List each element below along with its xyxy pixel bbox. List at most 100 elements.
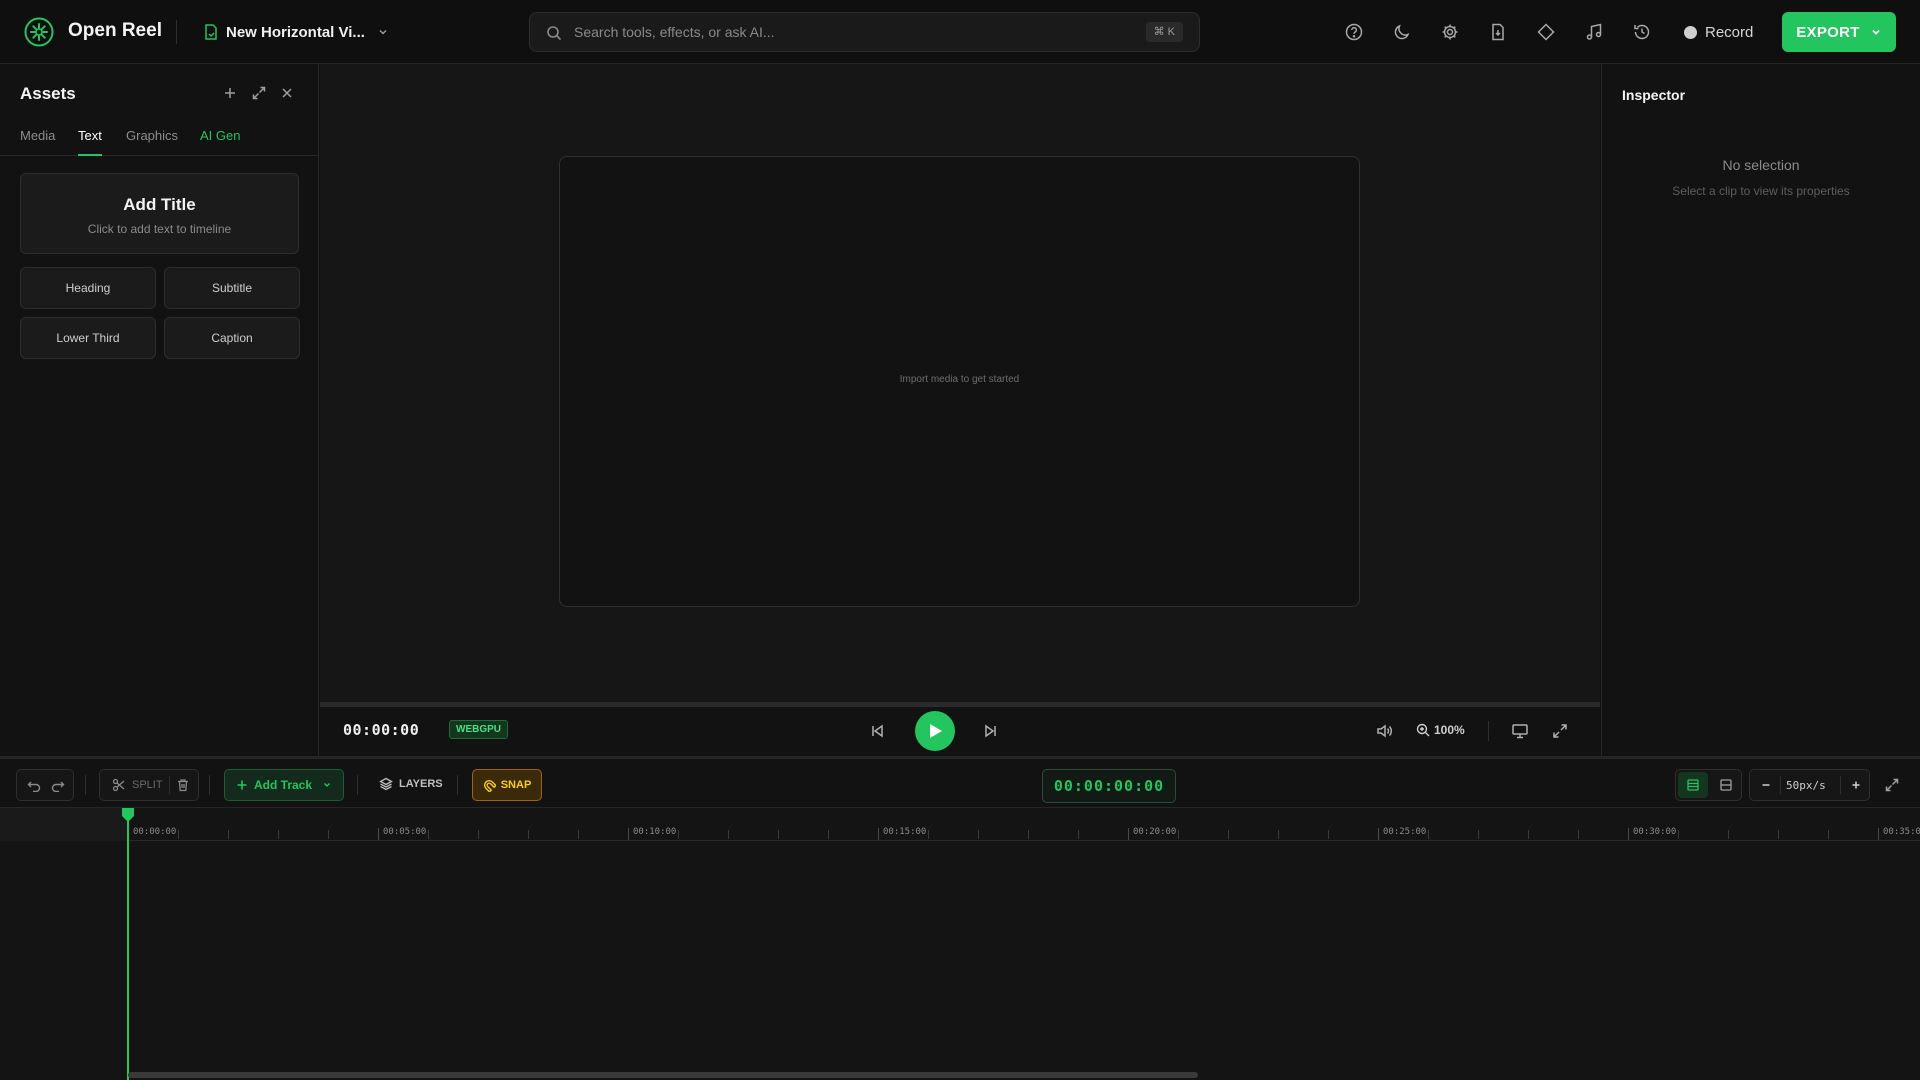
ruler-tick [1828, 830, 1829, 839]
divider [1840, 776, 1841, 794]
panel-title: Inspector [1622, 87, 1686, 103]
preview-canvas[interactable]: Import media to get started [559, 156, 1360, 607]
no-selection-title: No selection [1722, 157, 1800, 173]
tab-media[interactable]: Media [20, 128, 55, 143]
record-label: Record [1705, 23, 1754, 41]
zoom-out-icon[interactable] [1760, 779, 1772, 791]
playhead-line[interactable] [127, 808, 129, 1080]
zoom-in-icon[interactable] [1850, 779, 1862, 791]
export-button[interactable]: EXPORT [1782, 12, 1896, 52]
add-track-button[interactable]: Add Track [224, 769, 344, 801]
project-name: New Horizontal Vi... [226, 23, 365, 41]
rows-view-icon[interactable] [1686, 778, 1700, 792]
expand-icon[interactable] [251, 85, 267, 101]
add-title-subtext: Click to add text to timeline [87, 222, 232, 236]
layers-button[interactable]: LAYERS [379, 777, 443, 791]
ruler-tick [1878, 828, 1879, 840]
divider [1488, 721, 1489, 741]
ruler-tick [1028, 830, 1029, 839]
ruler-label: 00:20:00 [1133, 827, 1177, 837]
preset-heading-button[interactable]: Heading [20, 267, 156, 309]
preset-caption-button[interactable]: Caption [164, 317, 300, 359]
snap-toggle[interactable]: SNAP [472, 769, 542, 801]
ruler-tick [578, 830, 579, 839]
record-button[interactable]: Record [1684, 22, 1753, 42]
file-icon[interactable] [1488, 22, 1508, 42]
project-selector[interactable]: New Horizontal Vi... [204, 22, 389, 42]
fullscreen-icon[interactable] [1551, 722, 1569, 740]
trash-icon[interactable] [176, 778, 190, 792]
ruler-tick [678, 830, 679, 839]
tab-text[interactable]: Text [78, 128, 102, 143]
panel-title: Assets [20, 84, 76, 103]
split-label[interactable]: SPLIT [132, 779, 163, 791]
scissors-icon[interactable] [112, 778, 126, 792]
ruler-tick [228, 830, 229, 839]
skip-forward-icon[interactable] [982, 722, 1000, 740]
ruler-tick [1478, 830, 1479, 839]
expand-timeline-icon[interactable] [1884, 777, 1900, 793]
ruler-label: 00:05:00 [383, 827, 427, 837]
music-icon[interactable] [1584, 22, 1604, 42]
preset-lower-third-button[interactable]: Lower Third [20, 317, 156, 359]
diamond-icon[interactable] [1536, 22, 1556, 42]
chevron-down-icon [324, 783, 331, 787]
timeline[interactable]: 00:00:00 00:05:00 00:10:00 00:15:00 00:2… [0, 808, 1920, 1080]
undo-icon[interactable] [27, 778, 41, 792]
ruler-tick [428, 830, 429, 839]
gear-icon[interactable] [1440, 22, 1460, 42]
search-icon [547, 26, 562, 41]
ruler-tick [378, 828, 379, 840]
play-icon [930, 724, 942, 738]
ruler-tick [728, 830, 729, 839]
ruler-label: 00:10:00 [633, 827, 677, 837]
ruler-tick [528, 830, 529, 839]
monitor-icon[interactable] [1511, 722, 1529, 740]
playhead-handle[interactable] [121, 808, 135, 822]
top-bar: Open Reel New Horizontal Vi... ⌘ K [0, 0, 1920, 64]
skip-back-icon[interactable] [868, 722, 886, 740]
ruler-tick [178, 830, 179, 839]
app-logo-icon[interactable] [24, 17, 54, 47]
plus-icon [237, 780, 247, 790]
play-button[interactable] [915, 711, 955, 751]
tab-graphics[interactable]: Graphics [126, 128, 178, 143]
ruler-tick [1578, 830, 1579, 839]
preview-timecode: 00:00:00 [343, 721, 420, 739]
ruler-label: 00:15:00 [883, 827, 927, 837]
horizontal-scrollbar[interactable] [128, 1072, 1198, 1078]
search-bar[interactable]: ⌘ K [529, 12, 1200, 52]
preset-subtitle-button[interactable]: Subtitle [164, 267, 300, 309]
undo-redo-group [16, 769, 74, 801]
ruler-tick [928, 830, 929, 839]
preview-zoom-button[interactable]: 100% [1416, 723, 1465, 737]
redo-icon[interactable] [51, 778, 65, 792]
ruler-label: 00:35:0 [1883, 827, 1920, 837]
ruler-label: 00:00:00 [133, 827, 177, 837]
help-icon[interactable] [1344, 22, 1364, 42]
ruler-tick [1728, 830, 1729, 839]
divider [1780, 776, 1781, 794]
add-title-card[interactable]: Add Title Click to add text to timeline [20, 173, 299, 254]
ruler-tick [878, 828, 879, 840]
history-icon[interactable] [1632, 22, 1652, 42]
volume-icon[interactable] [1375, 722, 1393, 740]
ruler-tick [1228, 830, 1229, 839]
export-label: EXPORT [1796, 23, 1860, 41]
divider [457, 775, 458, 795]
time-ruler[interactable]: 00:00:00 00:05:00 00:10:00 00:15:00 00:2… [0, 808, 1920, 841]
search-input[interactable] [574, 22, 1094, 42]
close-icon[interactable] [279, 85, 295, 101]
split-view-icon[interactable] [1719, 778, 1733, 792]
moon-icon[interactable] [1392, 22, 1412, 42]
layers-icon [379, 777, 393, 791]
timeline-timecode: 00:00:00:00 [1042, 769, 1176, 803]
magnet-icon [483, 779, 496, 792]
ruler-tick [828, 830, 829, 839]
plus-icon[interactable] [222, 85, 238, 101]
assets-panel: Assets Media Text Graphics AI Gen Add Ti… [0, 64, 319, 756]
document-icon [205, 24, 217, 40]
tab-ai-gen[interactable]: AI Gen [200, 128, 240, 143]
ruler-tick [1528, 830, 1529, 839]
ruler-tick [1678, 830, 1679, 839]
